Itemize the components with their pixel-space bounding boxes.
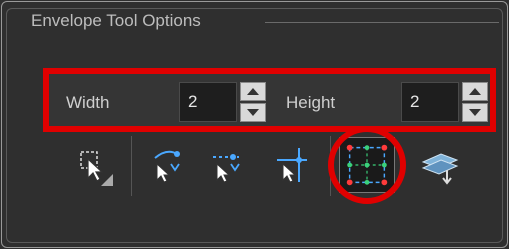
height-field[interactable]: 2 — [401, 82, 459, 122]
arrow-up-icon — [247, 88, 259, 95]
width-increment-button[interactable] — [240, 82, 266, 101]
envelope-top-left-icon — [154, 150, 180, 183]
height-increment-button[interactable] — [462, 82, 488, 101]
width-stepper[interactable] — [240, 82, 266, 122]
envelope-mode-1-button[interactable] — [145, 142, 191, 188]
toolbar-separator — [131, 136, 132, 196]
envelope-cross-icon — [277, 148, 307, 183]
layers-apply-icon — [421, 153, 459, 185]
highlight-circle — [328, 126, 406, 204]
height-decrement-button[interactable] — [462, 103, 488, 122]
width-field[interactable]: 2 — [179, 82, 237, 122]
panel-title: Envelope Tool Options — [25, 9, 207, 33]
arrow-down-icon — [469, 109, 481, 116]
envelope-mode-2-button[interactable] — [203, 142, 249, 188]
height-label: Height — [286, 93, 336, 112]
title-divider — [265, 22, 499, 23]
height-stepper[interactable] — [462, 82, 488, 122]
submenu-indicator-icon — [101, 174, 113, 186]
envelope-tool-options-panel: Envelope Tool Options Width 2 Height 2 — [1, 1, 508, 248]
apply-to-layers-button[interactable] — [417, 142, 463, 188]
envelope-size-row: Width 2 Height 2 — [43, 68, 496, 132]
envelope-top-dotted-icon — [213, 154, 240, 183]
arrow-down-icon — [247, 109, 259, 116]
width-label: Width — [66, 93, 110, 112]
envelope-toolbar — [7, 126, 504, 204]
width-decrement-button[interactable] — [240, 103, 266, 122]
arrow-up-icon — [469, 88, 481, 95]
envelope-mode-3-button[interactable] — [269, 142, 315, 188]
select-tool-button[interactable] — [69, 142, 115, 188]
